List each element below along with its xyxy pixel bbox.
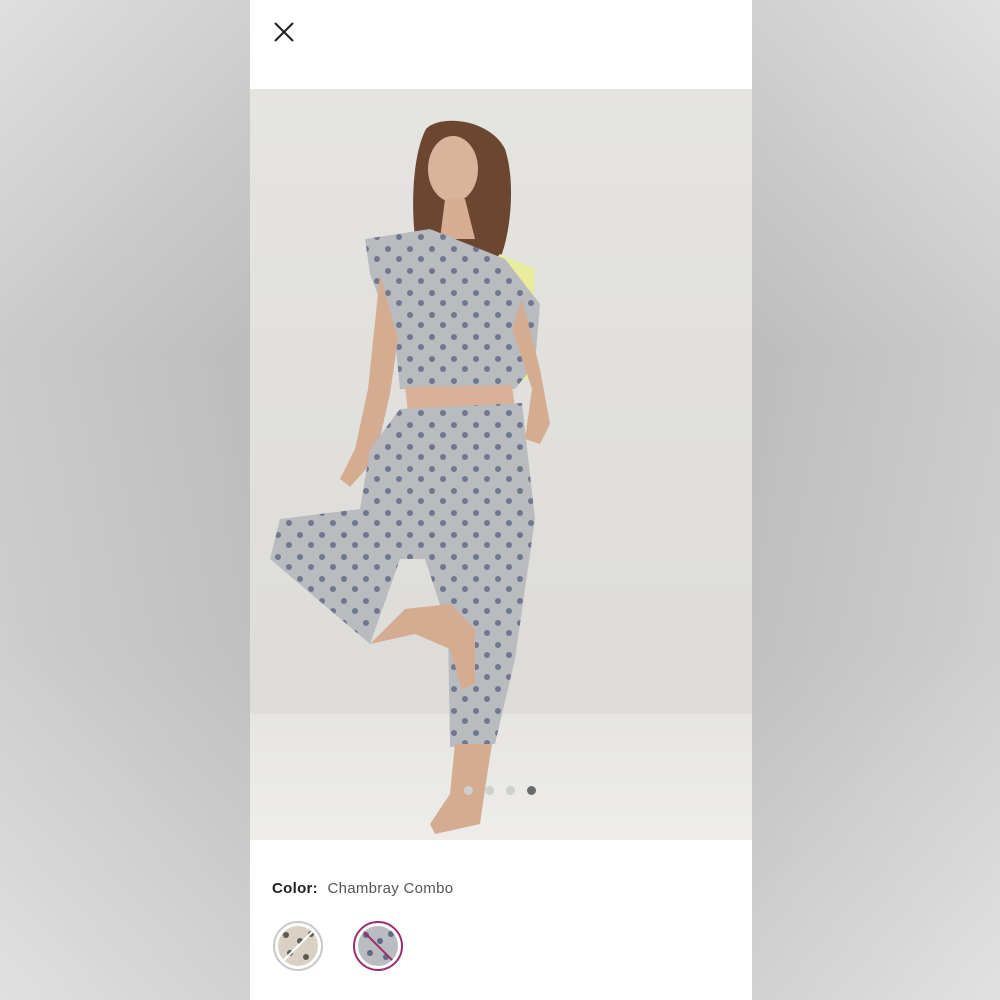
color-selection: Color: Chambray Combo [272, 880, 453, 897]
close-button[interactable] [270, 18, 298, 46]
product-photo-illustration [250, 120, 752, 840]
close-icon [274, 22, 294, 42]
product-image[interactable] [250, 89, 752, 840]
carousel-dots [464, 786, 536, 795]
color-swatch-1[interactable] [273, 921, 323, 971]
color-swatch-2-selected[interactable] [353, 921, 403, 971]
background-right [750, 0, 1000, 1000]
color-value: Chambray Combo [327, 880, 454, 897]
carousel-dot-2[interactable] [485, 786, 494, 795]
carousel-dot-1[interactable] [464, 786, 473, 795]
carousel-dot-4[interactable] [527, 786, 536, 795]
background-left [0, 0, 250, 1000]
carousel-dot-3[interactable] [506, 786, 515, 795]
swatch-pattern-icon [358, 926, 398, 966]
color-label: Color: [272, 880, 318, 897]
swatch-pattern-icon [278, 926, 318, 966]
